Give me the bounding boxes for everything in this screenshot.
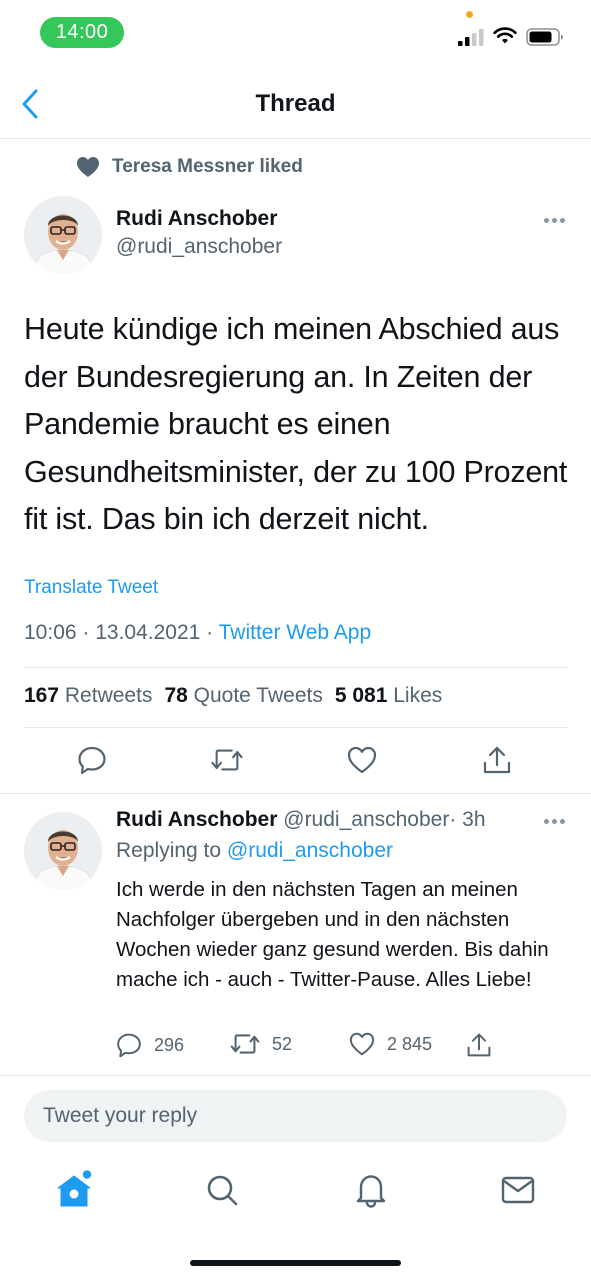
tweet-source-link[interactable]: Twitter Web App [219, 621, 372, 644]
tab-messages[interactable] [498, 1168, 538, 1212]
tab-notifications[interactable] [351, 1168, 391, 1212]
tweet-text: Heute kündige ich meinen Abschied aus de… [24, 312, 568, 536]
share-button[interactable] [481, 744, 513, 776]
author-handle[interactable]: @rudi_anschober [116, 235, 282, 259]
reply-retweet-button[interactable]: 52 [230, 1032, 292, 1056]
tweet-action-bar [0, 744, 591, 780]
reply-text: Ich werde in den nächsten Tagen an meine… [116, 878, 549, 991]
divider [24, 727, 567, 728]
retweet-icon [230, 1034, 260, 1054]
reply-author-handle[interactable]: @rudi_anschober [283, 808, 449, 831]
heart-icon [349, 1032, 375, 1056]
reply-like-button[interactable]: 2 845 [349, 1032, 432, 1056]
heart-filled-icon [77, 157, 99, 177]
retweets-count: 167 [24, 684, 60, 707]
likes-count: 5 081 [334, 684, 388, 707]
home-icon [57, 1170, 92, 1207]
tweet-metadata: 10:06 · 13.04.2021 · Twitter Web App [24, 621, 371, 645]
reply-icon [117, 1033, 141, 1058]
avatar[interactable] [24, 196, 102, 274]
page-title: Thread [255, 90, 336, 117]
dot [543, 217, 549, 223]
reply-reply-button[interactable]: 296 [116, 1032, 184, 1058]
reply-icon [78, 746, 106, 775]
meta-separator: · [200, 621, 219, 644]
tab-search[interactable] [202, 1168, 242, 1212]
profile-photo [24, 196, 102, 274]
social-context-label: Teresa Messner liked [112, 156, 303, 177]
nav-header: Thread [0, 66, 591, 139]
tab-home[interactable] [54, 1168, 94, 1212]
heart-icon [347, 746, 377, 774]
retweets-stat[interactable]: 167 Retweets [24, 684, 152, 708]
reply-header[interactable]: Rudi Anschober @rudi_anschober· 3h [116, 808, 486, 832]
more-options-button[interactable] [540, 213, 568, 227]
profile-photo [24, 812, 102, 890]
quotes-label: Quote Tweets [193, 684, 323, 707]
divider [0, 793, 591, 794]
dot [551, 818, 557, 824]
likes-stat[interactable]: 5 081 Likes [335, 684, 442, 708]
dot [559, 818, 565, 824]
reply-avatar[interactable] [24, 812, 102, 890]
dot [559, 217, 565, 223]
notifications-bell-icon [356, 1175, 386, 1208]
dot [551, 217, 557, 223]
reply-age: · 3h [449, 808, 486, 831]
retweet-count: 52 [272, 1033, 293, 1054]
wifi-icon [493, 27, 517, 44]
status-bar: 14:00 [0, 0, 591, 66]
tweet-timestamp: 10:06 · 13.04.2021 [24, 621, 201, 644]
status-time: 14:00 [40, 17, 124, 48]
translate-tweet-link[interactable]: Translate Tweet [24, 577, 158, 599]
tweet-stats: 167 Retweets 78 Quote Tweets 5 081 Likes [24, 684, 442, 708]
share-icon [467, 1033, 491, 1057]
reply-share-button[interactable] [466, 1032, 492, 1058]
dot [543, 818, 549, 824]
reply-author-name[interactable]: Rudi Anschober [116, 808, 277, 831]
reply-action-bar: 296 52 2 845 [116, 1032, 516, 1062]
home-indicator[interactable] [190, 1260, 401, 1266]
battery-icon [526, 28, 563, 46]
replying-to-mention[interactable]: @rudi_anschober [227, 839, 393, 862]
author-block[interactable]: Rudi Anschober @rudi_anschober [116, 207, 282, 259]
like-button[interactable] [346, 744, 378, 776]
retweet-icon [211, 749, 243, 771]
social-context[interactable]: Teresa Messner liked [76, 156, 303, 178]
search-icon [207, 1175, 238, 1206]
reply-composer[interactable] [24, 1090, 567, 1142]
quotes-count: 78 [164, 684, 188, 707]
privacy-indicator-dot [466, 11, 473, 18]
share-icon [483, 746, 511, 774]
reply-input[interactable] [43, 1104, 567, 1128]
author-name[interactable]: Rudi Anschober [116, 207, 282, 231]
divider [0, 1075, 591, 1076]
reply-more-options-button[interactable] [540, 814, 568, 828]
replying-to-label: Replying to [116, 839, 222, 862]
reply-button[interactable] [76, 744, 108, 776]
like-count: 2 845 [387, 1033, 433, 1054]
divider [24, 667, 567, 668]
retweet-button[interactable] [211, 744, 243, 776]
replying-to: Replying to @rudi_anschober [116, 839, 393, 863]
reply-count: 296 [154, 1034, 185, 1055]
quote-tweets-stat[interactable]: 78 Quote Tweets [164, 684, 322, 708]
retweets-label: Retweets [64, 684, 153, 707]
likes-label: Likes [393, 684, 443, 707]
cellular-signal-icon [458, 29, 484, 46]
mail-icon [501, 1176, 535, 1204]
